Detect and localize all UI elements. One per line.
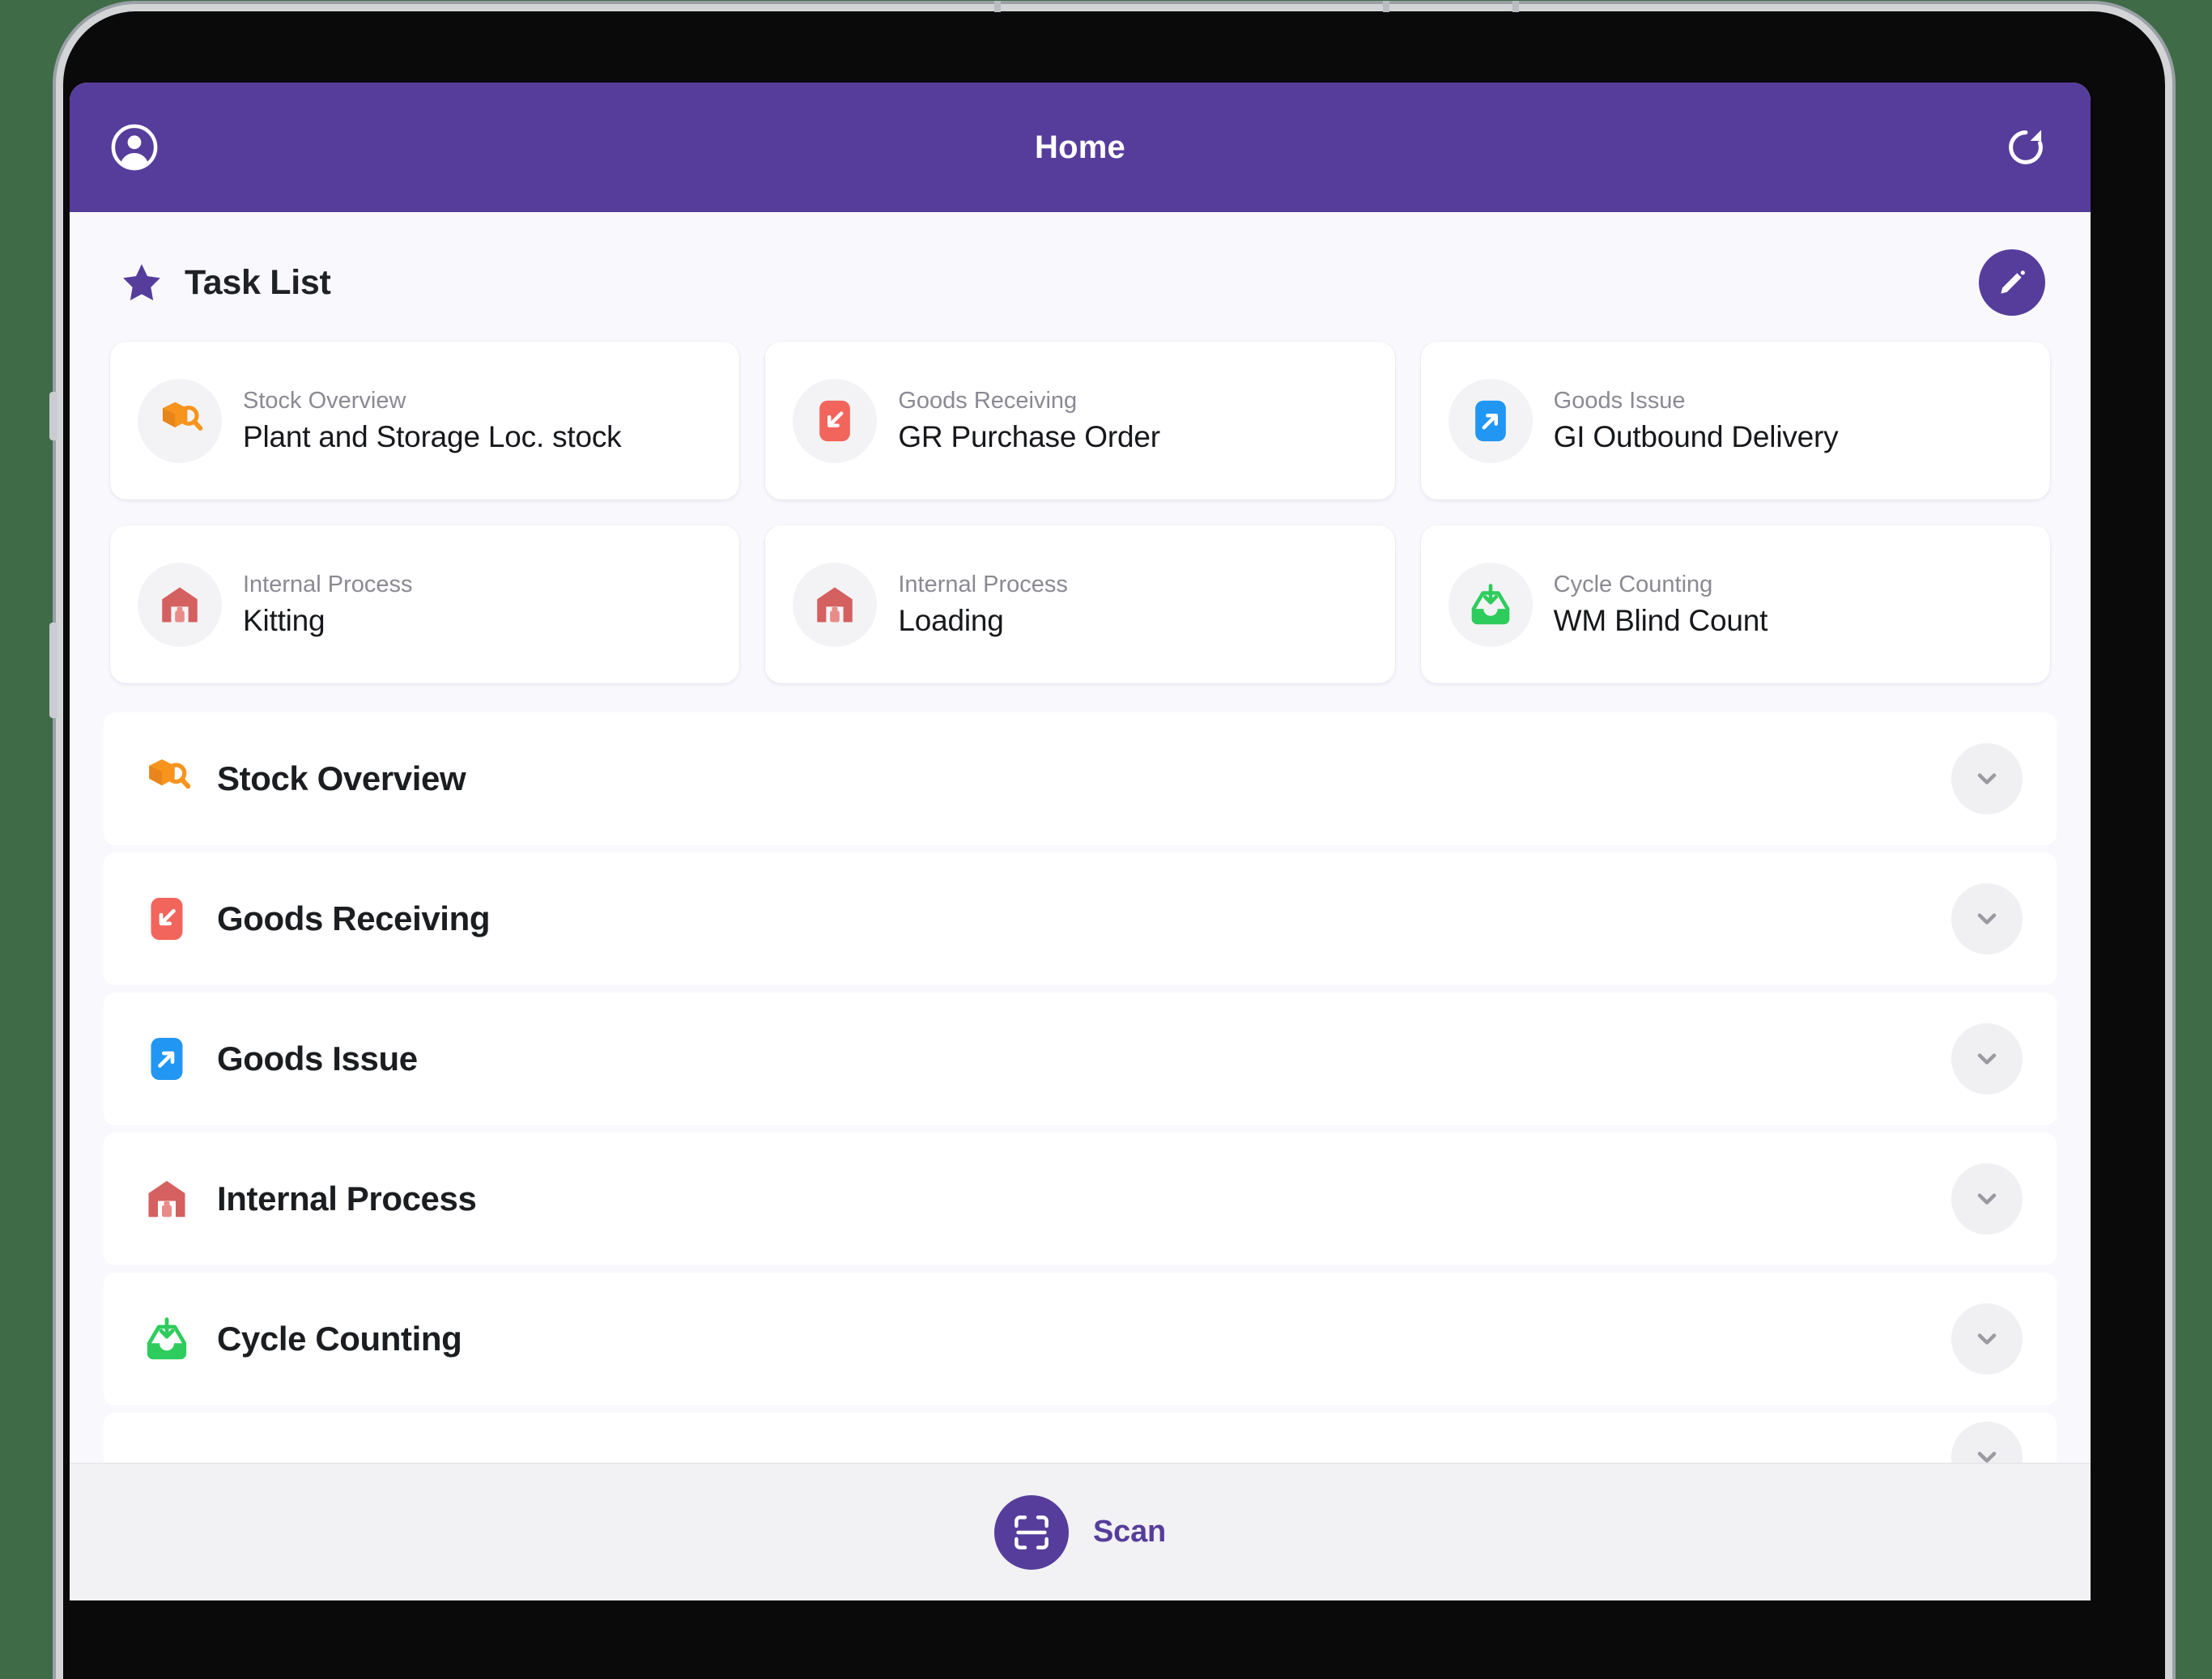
task-list-header: Task List: [70, 212, 2091, 324]
task-card-title: Plant and Storage Loc. stock: [243, 419, 622, 453]
chevron-down-icon[interactable]: [1951, 1163, 2023, 1235]
refresh-icon[interactable]: [1995, 117, 2057, 178]
task-card[interactable]: Goods Receiving GR Purchase Order: [765, 342, 1395, 499]
task-card-title: GI Outbound Delivery: [1553, 419, 1839, 453]
arrow-up-right-icon: [151, 1038, 183, 1080]
arrow-down-left-icon: [793, 378, 878, 463]
chevron-down-icon[interactable]: [1951, 1303, 2023, 1375]
tablet-device-frame: Home Task List Stock Overview Plant and …: [49, 1, 2165, 1679]
task-list-title: Task List: [185, 262, 331, 302]
app-bar: Home: [70, 83, 2091, 212]
section-row-goods-receiving[interactable]: Goods Receiving: [104, 852, 2057, 985]
section-row-internal-process[interactable]: Internal Process: [104, 1133, 2057, 1265]
task-card-category: Internal Process: [243, 571, 413, 597]
page-title: Home: [1035, 129, 1125, 165]
section-row-partial[interactable]: [104, 1413, 2057, 1463]
section-row-label: Goods Receiving: [217, 899, 491, 937]
device-side-button-volume[interactable]: [49, 392, 57, 440]
device-antenna-band: [1383, 1, 1389, 12]
edit-task-list-button[interactable]: [1979, 249, 2045, 316]
task-card-category: Goods Issue: [1553, 387, 1686, 414]
device-antenna-band: [994, 1, 1001, 12]
task-card-title: GR Purchase Order: [898, 419, 1160, 453]
scan-bar[interactable]: Scan: [70, 1463, 2091, 1600]
inbox-download-icon: [147, 1317, 187, 1360]
inbox-download-icon: [1448, 562, 1533, 647]
section-row-label: Goods Issue: [217, 1039, 418, 1078]
section-row-cycle-counting[interactable]: Cycle Counting: [104, 1273, 2057, 1405]
task-card[interactable]: Cycle Counting WM Blind Count: [1420, 525, 2050, 683]
task-card-category: Goods Receiving: [898, 387, 1078, 414]
arrow-up-right-icon: [1448, 378, 1533, 463]
task-card-category: Cycle Counting: [1553, 571, 1713, 597]
star-icon: [123, 264, 160, 301]
device-antenna-band: [1512, 1, 1519, 12]
barcode-scan-icon[interactable]: [993, 1494, 1069, 1570]
chevron-down-icon[interactable]: [1951, 743, 2023, 814]
pencil-edit-icon: [2001, 270, 2025, 294]
account-circle-icon[interactable]: [104, 117, 165, 178]
task-card[interactable]: Stock Overview Plant and Storage Loc. st…: [110, 342, 740, 499]
chevron-down-icon[interactable]: [1951, 1422, 2023, 1463]
task-card-category: Stock Overview: [243, 387, 406, 414]
chevron-down-icon[interactable]: [1951, 1023, 2023, 1095]
task-card[interactable]: Internal Process Loading: [765, 525, 1395, 683]
arrow-down-left-icon: [151, 898, 183, 940]
section-row-goods-issue[interactable]: Goods Issue: [104, 993, 2057, 1125]
section-row-label: Internal Process: [217, 1180, 477, 1218]
task-card-title: WM Blind Count: [1553, 603, 1768, 637]
section-row-stock-overview[interactable]: Stock Overview: [104, 712, 2057, 845]
scan-label: Scan: [1092, 1515, 1167, 1549]
app-screen: Home Task List Stock Overview Plant and …: [70, 83, 2091, 1600]
section-accordion-list: Stock Overview Goods Receiving Goods Iss…: [70, 712, 2091, 1463]
warehouse-icon: [793, 562, 878, 647]
content-scroll-area[interactable]: Task List Stock Overview Plant and Stora…: [70, 212, 2091, 1463]
task-card-category: Internal Process: [898, 571, 1068, 597]
warehouse-icon: [138, 562, 222, 647]
chevron-down-icon[interactable]: [1951, 883, 2023, 954]
task-card[interactable]: Internal Process Kitting: [110, 525, 740, 683]
section-row-label: Cycle Counting: [217, 1320, 462, 1358]
device-side-button-power[interactable]: [49, 623, 57, 718]
task-card-title: Loading: [898, 603, 1004, 637]
section-row-label: Stock Overview: [217, 759, 466, 797]
task-card[interactable]: Goods Issue GI Outbound Delivery: [1420, 342, 2050, 499]
task-card-title: Kitting: [243, 603, 325, 637]
box-search-icon: [149, 759, 191, 789]
box-search-icon: [138, 378, 222, 463]
task-card-grid: Stock Overview Plant and Storage Loc. st…: [70, 324, 2091, 683]
warehouse-icon: [148, 1180, 185, 1218]
